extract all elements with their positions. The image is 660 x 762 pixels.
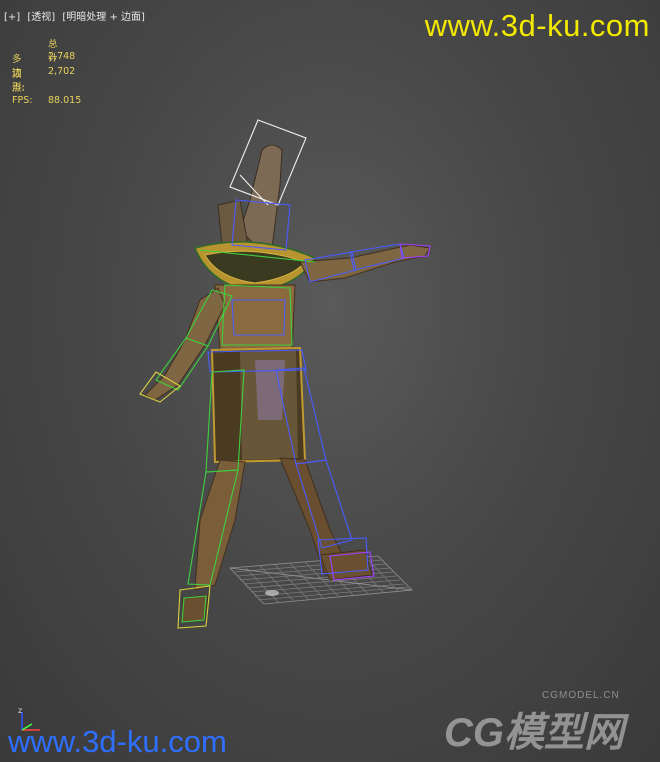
watermark-bottom: www.3d-ku.com — [8, 724, 227, 759]
logo-big-text: CG模型网 — [444, 711, 624, 755]
axis-z-label: z — [18, 706, 22, 715]
3d-viewport[interactable]: [+] [透视] [明暗处理 + 边面] 总计 多边形: 2,748 顶点: 2… — [0, 0, 660, 762]
pivot-marker — [265, 590, 279, 596]
scene-model[interactable] — [0, 0, 660, 762]
character-mesh[interactable] — [144, 144, 431, 623]
cg-model-logo: CGMODEL.CN CG模型网 — [444, 690, 644, 755]
